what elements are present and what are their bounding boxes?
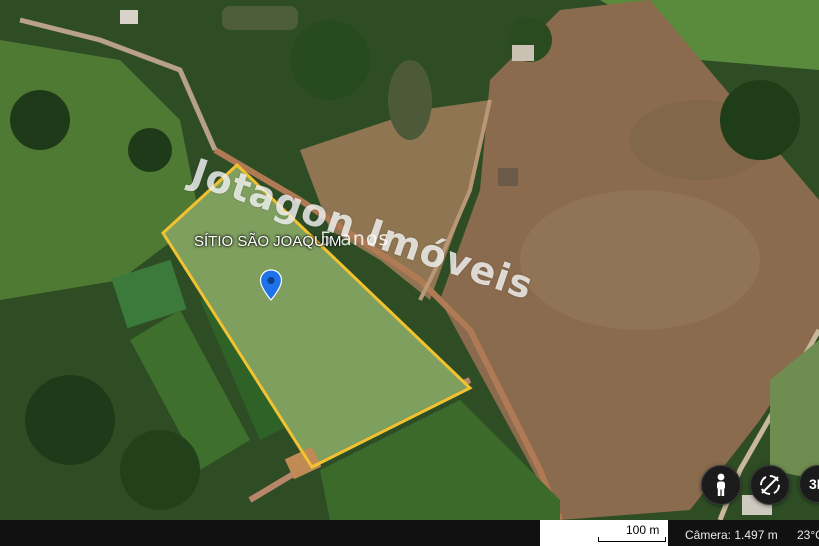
satellite-imagery — [0, 0, 819, 520]
location-pin-icon[interactable] — [259, 269, 283, 301]
scale-line — [598, 537, 666, 542]
scale-label: 100 m — [626, 523, 660, 537]
compass-icon — [760, 475, 780, 495]
street-view-button[interactable] — [701, 465, 741, 505]
status-bar: 100 m Câmera: 1.497 m 23°C — [0, 520, 819, 546]
pegman-icon — [717, 473, 725, 496]
camera-altitude: Câmera: 1.497 m — [685, 528, 778, 542]
place-label[interactable]: SÍTIO SÃO JOAQUIM — [194, 233, 342, 250]
satellite-map[interactable]: Jotagon Imóveis 5 anos SÍTIO SÃO JOAQUIM — [0, 0, 819, 520]
compass-button[interactable] — [750, 465, 790, 505]
temperature-readout: 23°C — [797, 528, 819, 542]
